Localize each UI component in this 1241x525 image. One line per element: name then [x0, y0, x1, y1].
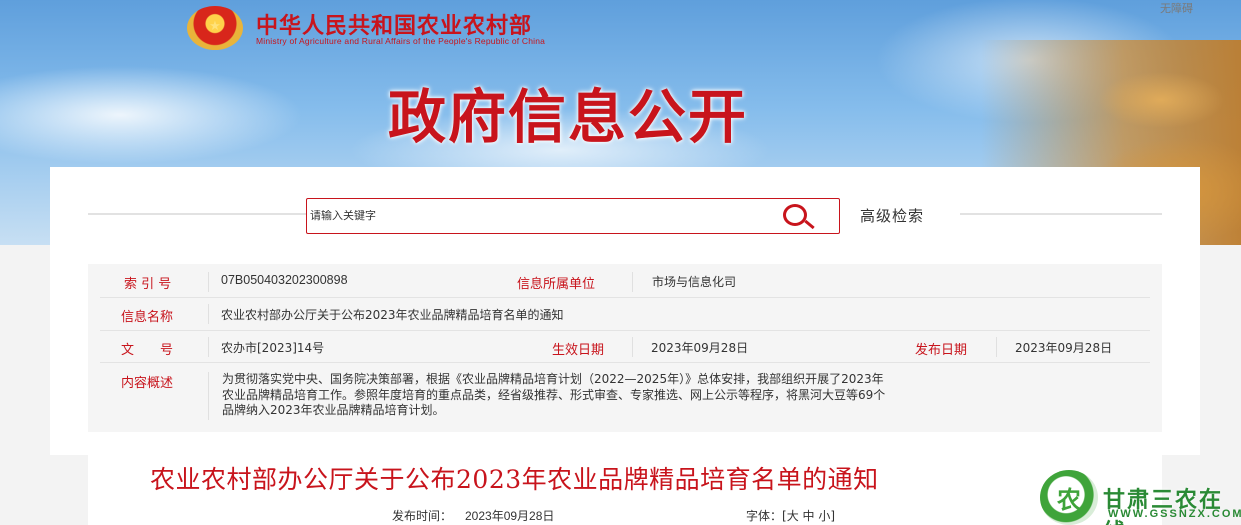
summary-line: 农业品牌精品培育工作。参照年度培育的重点品类，经省级推荐、形式审查、专家推选、网…: [222, 387, 886, 402]
article-title: 农业农村部办公厅关于公布2023年农业品牌精品培育名单的通知: [150, 465, 879, 494]
summary-line: 为贯彻落实党中央、国务院决策部署，根据《农业品牌精品培育计划（2022—2025…: [222, 372, 884, 386]
font-large-button[interactable]: 大: [787, 509, 799, 523]
publish-date-value: 2023年09月28日: [1015, 341, 1113, 355]
font-small-button[interactable]: 小: [818, 509, 830, 523]
name-value: 农业农村部办公厅关于公布2023年农业品牌精品培育名单的通知: [221, 308, 564, 322]
font-size-control: 字体：[大 中 小]: [746, 507, 835, 524]
summary-line: 品牌纳入2023年农业品牌精品培育计划。: [222, 403, 445, 417]
bracket-close: ]: [830, 509, 836, 523]
publish-time-label: 发布时间：: [392, 509, 453, 523]
divider: [632, 272, 633, 292]
search-icon[interactable]: [777, 200, 817, 232]
doc-number-label: 文 号: [121, 343, 174, 358]
divider: [208, 337, 209, 357]
search-box: [306, 198, 840, 234]
divider: [632, 337, 633, 357]
font-medium-button[interactable]: 中: [803, 509, 815, 523]
accessibility-link[interactable]: 无障碍: [1160, 0, 1193, 16]
publish-date-label: 发布日期: [915, 343, 968, 358]
divider: [996, 337, 997, 357]
font-size-label: 字体：: [746, 509, 783, 523]
effective-date-value: 2023年09月28日: [651, 341, 749, 355]
effective-date-label: 生效日期: [552, 343, 605, 358]
doc-number-value: 农办市[2023]14号: [221, 341, 325, 355]
name-label: 信息名称: [121, 310, 174, 325]
search-divider-left: [88, 213, 306, 215]
search-divider-right: [960, 213, 1162, 215]
advanced-search-link[interactable]: 高级检索: [860, 205, 924, 226]
index-value: 07B050403202300898: [221, 273, 348, 287]
watermark-url: WWW.GSSNZX.COM: [1108, 508, 1241, 520]
summary-label: 内容概述: [121, 376, 174, 391]
search-input[interactable]: [310, 210, 777, 222]
summary-text: 为贯彻落实党中央、国务院决策部署，根据《农业品牌精品培育计划（2022—2025…: [222, 372, 1152, 419]
watermark-logo-icon: 农: [1040, 470, 1098, 525]
page-title: 政府信息公开: [388, 83, 749, 151]
unit-label: 信息所属单位: [517, 277, 596, 292]
index-label: 索 引 号: [124, 277, 172, 292]
divider: [208, 272, 209, 292]
unit-value: 市场与信息化司: [652, 275, 737, 289]
divider: [208, 304, 209, 324]
national-emblem-icon: ★: [187, 6, 243, 50]
publish-time-value: 2023年09月28日: [465, 509, 555, 523]
site-subtitle: Ministry of Agriculture and Rural Affair…: [256, 36, 546, 46]
divider: [208, 372, 209, 420]
